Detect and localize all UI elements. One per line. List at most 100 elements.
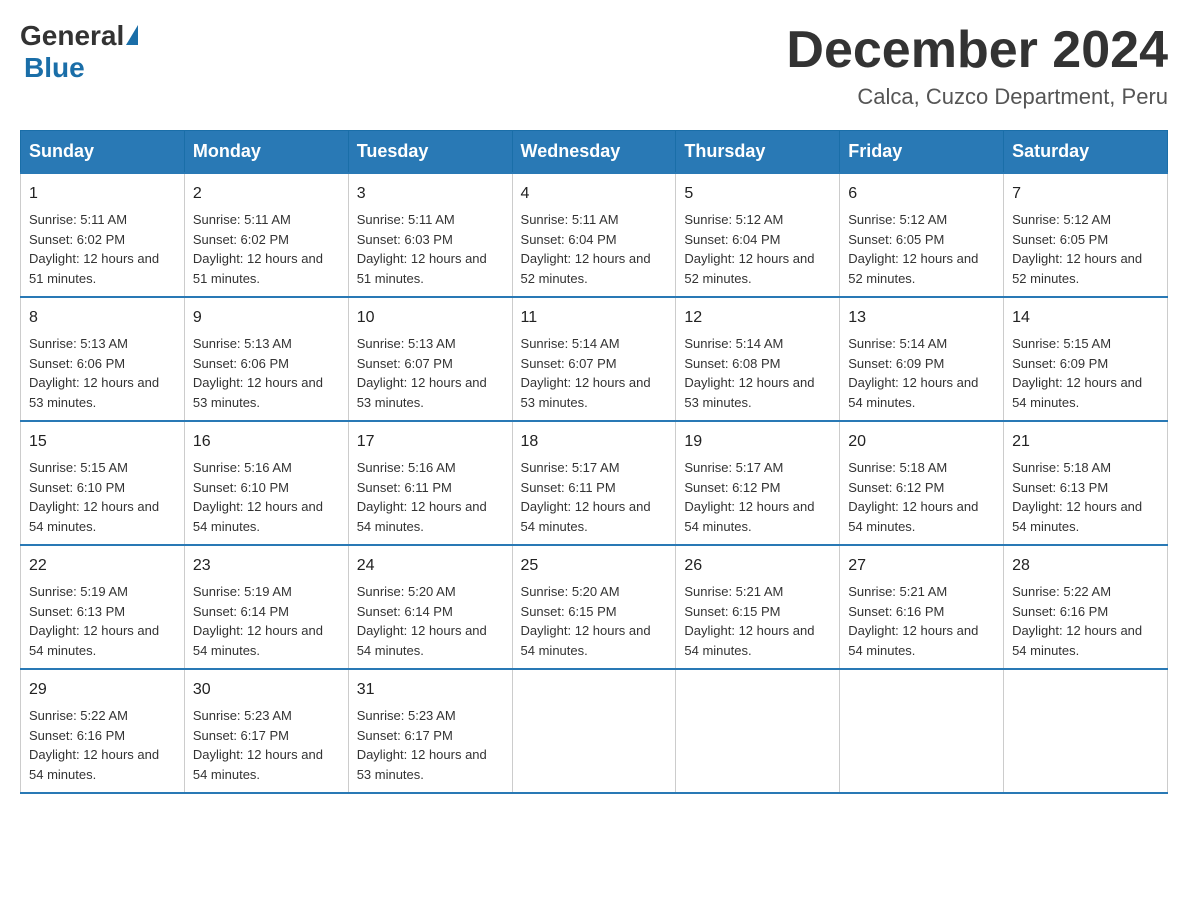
day-number: 23 xyxy=(193,554,340,578)
calendar-week-row: 29 Sunrise: 5:22 AMSunset: 6:16 PMDaylig… xyxy=(21,669,1168,793)
table-row: 11 Sunrise: 5:14 AMSunset: 6:07 PMDaylig… xyxy=(512,297,676,421)
table-row: 17 Sunrise: 5:16 AMSunset: 6:11 PMDaylig… xyxy=(348,421,512,545)
table-row: 27 Sunrise: 5:21 AMSunset: 6:16 PMDaylig… xyxy=(840,545,1004,669)
day-number: 1 xyxy=(29,182,176,206)
table-row: 9 Sunrise: 5:13 AMSunset: 6:06 PMDayligh… xyxy=(184,297,348,421)
day-info: Sunrise: 5:15 AMSunset: 6:10 PMDaylight:… xyxy=(29,460,159,534)
calendar-day-header: Tuesday xyxy=(348,131,512,174)
table-row: 23 Sunrise: 5:19 AMSunset: 6:14 PMDaylig… xyxy=(184,545,348,669)
location-title: Calca, Cuzco Department, Peru xyxy=(786,84,1168,110)
table-row: 8 Sunrise: 5:13 AMSunset: 6:06 PMDayligh… xyxy=(21,297,185,421)
table-row xyxy=(512,669,676,793)
table-row: 1 Sunrise: 5:11 AMSunset: 6:02 PMDayligh… xyxy=(21,173,185,297)
day-info: Sunrise: 5:22 AMSunset: 6:16 PMDaylight:… xyxy=(29,708,159,782)
table-row: 16 Sunrise: 5:16 AMSunset: 6:10 PMDaylig… xyxy=(184,421,348,545)
day-number: 25 xyxy=(521,554,668,578)
day-info: Sunrise: 5:11 AMSunset: 6:03 PMDaylight:… xyxy=(357,212,487,286)
table-row: 25 Sunrise: 5:20 AMSunset: 6:15 PMDaylig… xyxy=(512,545,676,669)
table-row: 14 Sunrise: 5:15 AMSunset: 6:09 PMDaylig… xyxy=(1004,297,1168,421)
day-info: Sunrise: 5:14 AMSunset: 6:07 PMDaylight:… xyxy=(521,336,651,410)
day-info: Sunrise: 5:12 AMSunset: 6:05 PMDaylight:… xyxy=(848,212,978,286)
day-info: Sunrise: 5:23 AMSunset: 6:17 PMDaylight:… xyxy=(193,708,323,782)
day-info: Sunrise: 5:18 AMSunset: 6:13 PMDaylight:… xyxy=(1012,460,1142,534)
day-info: Sunrise: 5:23 AMSunset: 6:17 PMDaylight:… xyxy=(357,708,487,782)
day-info: Sunrise: 5:17 AMSunset: 6:11 PMDaylight:… xyxy=(521,460,651,534)
day-number: 21 xyxy=(1012,430,1159,454)
table-row: 15 Sunrise: 5:15 AMSunset: 6:10 PMDaylig… xyxy=(21,421,185,545)
day-info: Sunrise: 5:16 AMSunset: 6:10 PMDaylight:… xyxy=(193,460,323,534)
table-row: 20 Sunrise: 5:18 AMSunset: 6:12 PMDaylig… xyxy=(840,421,1004,545)
table-row: 12 Sunrise: 5:14 AMSunset: 6:08 PMDaylig… xyxy=(676,297,840,421)
day-number: 19 xyxy=(684,430,831,454)
calendar-header-row: SundayMondayTuesdayWednesdayThursdayFrid… xyxy=(21,131,1168,174)
day-number: 13 xyxy=(848,306,995,330)
day-info: Sunrise: 5:19 AMSunset: 6:13 PMDaylight:… xyxy=(29,584,159,658)
day-number: 11 xyxy=(521,306,668,330)
calendar-week-row: 15 Sunrise: 5:15 AMSunset: 6:10 PMDaylig… xyxy=(21,421,1168,545)
table-row: 19 Sunrise: 5:17 AMSunset: 6:12 PMDaylig… xyxy=(676,421,840,545)
day-info: Sunrise: 5:18 AMSunset: 6:12 PMDaylight:… xyxy=(848,460,978,534)
day-info: Sunrise: 5:20 AMSunset: 6:14 PMDaylight:… xyxy=(357,584,487,658)
day-number: 28 xyxy=(1012,554,1159,578)
day-number: 7 xyxy=(1012,182,1159,206)
day-number: 12 xyxy=(684,306,831,330)
day-info: Sunrise: 5:12 AMSunset: 6:04 PMDaylight:… xyxy=(684,212,814,286)
page-header: General Blue December 2024 Calca, Cuzco … xyxy=(20,20,1168,110)
table-row: 2 Sunrise: 5:11 AMSunset: 6:02 PMDayligh… xyxy=(184,173,348,297)
table-row: 4 Sunrise: 5:11 AMSunset: 6:04 PMDayligh… xyxy=(512,173,676,297)
title-section: December 2024 Calca, Cuzco Department, P… xyxy=(786,20,1168,110)
day-info: Sunrise: 5:12 AMSunset: 6:05 PMDaylight:… xyxy=(1012,212,1142,286)
day-number: 22 xyxy=(29,554,176,578)
day-number: 16 xyxy=(193,430,340,454)
table-row: 3 Sunrise: 5:11 AMSunset: 6:03 PMDayligh… xyxy=(348,173,512,297)
day-info: Sunrise: 5:21 AMSunset: 6:16 PMDaylight:… xyxy=(848,584,978,658)
calendar-day-header: Monday xyxy=(184,131,348,174)
day-info: Sunrise: 5:17 AMSunset: 6:12 PMDaylight:… xyxy=(684,460,814,534)
day-number: 5 xyxy=(684,182,831,206)
day-number: 18 xyxy=(521,430,668,454)
day-info: Sunrise: 5:11 AMSunset: 6:04 PMDaylight:… xyxy=(521,212,651,286)
calendar-table: SundayMondayTuesdayWednesdayThursdayFrid… xyxy=(20,130,1168,794)
day-number: 20 xyxy=(848,430,995,454)
day-info: Sunrise: 5:11 AMSunset: 6:02 PMDaylight:… xyxy=(193,212,323,286)
day-info: Sunrise: 5:14 AMSunset: 6:09 PMDaylight:… xyxy=(848,336,978,410)
day-number: 31 xyxy=(357,678,504,702)
day-number: 2 xyxy=(193,182,340,206)
day-info: Sunrise: 5:13 AMSunset: 6:06 PMDaylight:… xyxy=(193,336,323,410)
day-info: Sunrise: 5:16 AMSunset: 6:11 PMDaylight:… xyxy=(357,460,487,534)
day-number: 24 xyxy=(357,554,504,578)
day-number: 15 xyxy=(29,430,176,454)
table-row: 29 Sunrise: 5:22 AMSunset: 6:16 PMDaylig… xyxy=(21,669,185,793)
day-number: 6 xyxy=(848,182,995,206)
table-row: 18 Sunrise: 5:17 AMSunset: 6:11 PMDaylig… xyxy=(512,421,676,545)
logo: General Blue xyxy=(20,20,138,84)
table-row xyxy=(840,669,1004,793)
day-info: Sunrise: 5:15 AMSunset: 6:09 PMDaylight:… xyxy=(1012,336,1142,410)
calendar-day-header: Wednesday xyxy=(512,131,676,174)
calendar-week-row: 8 Sunrise: 5:13 AMSunset: 6:06 PMDayligh… xyxy=(21,297,1168,421)
table-row: 31 Sunrise: 5:23 AMSunset: 6:17 PMDaylig… xyxy=(348,669,512,793)
day-number: 10 xyxy=(357,306,504,330)
table-row: 13 Sunrise: 5:14 AMSunset: 6:09 PMDaylig… xyxy=(840,297,1004,421)
day-number: 9 xyxy=(193,306,340,330)
table-row: 28 Sunrise: 5:22 AMSunset: 6:16 PMDaylig… xyxy=(1004,545,1168,669)
day-number: 4 xyxy=(521,182,668,206)
table-row: 21 Sunrise: 5:18 AMSunset: 6:13 PMDaylig… xyxy=(1004,421,1168,545)
table-row: 26 Sunrise: 5:21 AMSunset: 6:15 PMDaylig… xyxy=(676,545,840,669)
day-number: 30 xyxy=(193,678,340,702)
table-row: 5 Sunrise: 5:12 AMSunset: 6:04 PMDayligh… xyxy=(676,173,840,297)
day-info: Sunrise: 5:20 AMSunset: 6:15 PMDaylight:… xyxy=(521,584,651,658)
day-number: 26 xyxy=(684,554,831,578)
calendar-week-row: 22 Sunrise: 5:19 AMSunset: 6:13 PMDaylig… xyxy=(21,545,1168,669)
calendar-week-row: 1 Sunrise: 5:11 AMSunset: 6:02 PMDayligh… xyxy=(21,173,1168,297)
day-number: 14 xyxy=(1012,306,1159,330)
table-row: 24 Sunrise: 5:20 AMSunset: 6:14 PMDaylig… xyxy=(348,545,512,669)
day-info: Sunrise: 5:11 AMSunset: 6:02 PMDaylight:… xyxy=(29,212,159,286)
table-row xyxy=(1004,669,1168,793)
table-row: 30 Sunrise: 5:23 AMSunset: 6:17 PMDaylig… xyxy=(184,669,348,793)
calendar-day-header: Thursday xyxy=(676,131,840,174)
calendar-day-header: Friday xyxy=(840,131,1004,174)
day-info: Sunrise: 5:19 AMSunset: 6:14 PMDaylight:… xyxy=(193,584,323,658)
calendar-day-header: Sunday xyxy=(21,131,185,174)
table-row xyxy=(676,669,840,793)
